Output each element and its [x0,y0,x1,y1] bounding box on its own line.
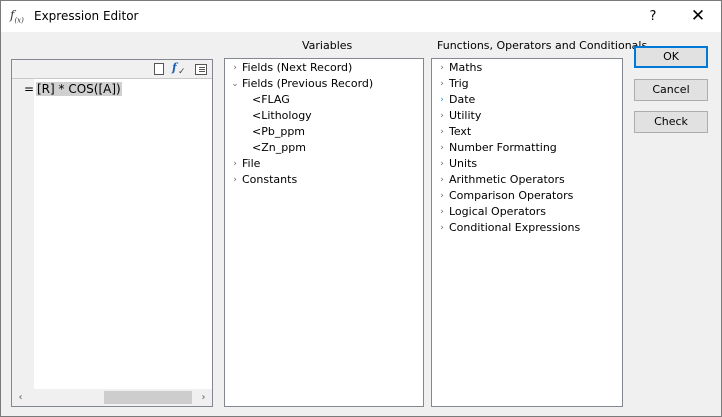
chevron-right-icon[interactable]: › [437,140,447,156]
tree-item-flag[interactable]: <FLAG [252,92,290,108]
function-icon: f(x) [10,8,24,25]
tree-item-label: Number Formatting [449,141,557,154]
equals-sign: = [24,82,35,96]
scroll-left-arrow[interactable]: ‹ [12,389,29,406]
chevron-right-icon[interactable]: › [437,188,447,204]
expression-editor-dialog: f(x) Expression Editor ? ✕ f ✓ = [R] * C… [0,0,722,417]
line-gutter [12,79,34,389]
tree-item-label: Fields (Previous Record) [242,77,374,90]
functions-tree[interactable]: › Maths › Trig › Date › Utility › Text ›… [431,58,623,407]
chevron-right-icon[interactable]: › [437,204,447,220]
tree-item-label: Maths [449,61,483,74]
chevron-down-icon[interactable]: ⌄ [230,76,240,92]
function-icon: f [172,61,177,74]
chevron-right-icon[interactable]: › [230,156,240,172]
help-button[interactable]: ? [631,3,675,30]
chevron-right-icon[interactable]: › [437,60,447,76]
cancel-button[interactable]: Cancel [634,79,708,101]
tree-item-label: Fields (Next Record) [242,61,353,74]
chevron-right-icon[interactable]: › [230,60,240,76]
scroll-right-arrow[interactable]: › [195,389,212,406]
tree-item-label: File [242,157,261,170]
tree-item-label: Constants [242,173,298,186]
expression-list-button[interactable] [195,63,207,75]
tree-item-label: Conditional Expressions [449,221,581,234]
tree-item-label: Text [449,125,472,138]
chevron-right-icon[interactable]: › [437,124,447,140]
tree-item-label: Trig [449,77,469,90]
ok-button[interactable]: OK [634,46,708,68]
chevron-right-icon[interactable]: › [437,92,447,108]
chevron-right-icon[interactable]: › [437,156,447,172]
functions-header: Functions, Operators and Conditionals [437,39,648,52]
check-button[interactable]: Check [634,111,708,133]
tree-item-zn-ppm[interactable]: <Zn_ppm [252,140,306,156]
insert-function-button[interactable]: f ✓ [172,61,186,77]
variables-header: Variables [302,39,353,52]
tree-item-label: Logical Operators [449,205,547,218]
tree-item-label: Arithmetic Operators [449,173,565,186]
tree-item-label: Date [449,93,476,106]
title-bar: f(x) Expression Editor ? ✕ [1,1,721,32]
tree-item-pb-ppm[interactable]: <Pb_ppm [252,124,305,140]
chevron-right-icon[interactable]: › [437,108,447,124]
expression-text[interactable]: [R] * COS([A]) [36,82,122,96]
editor-toolbar: f ✓ [12,60,212,79]
variables-tree[interactable]: › Fields (Next Record) ⌄ Fields (Previou… [224,58,424,407]
tree-item-label: Comparison Operators [449,189,574,202]
horizontal-scrollbar[interactable]: ‹ › [12,389,212,406]
list-icon [195,64,207,75]
scroll-thumb[interactable] [104,391,192,404]
chevron-right-icon[interactable]: › [437,76,447,92]
expression-editor[interactable]: f ✓ = [R] * COS([A]) ‹ › [11,59,213,407]
chevron-right-icon[interactable]: › [437,220,447,236]
tree-item-label: Units [449,157,478,170]
close-button[interactable]: ✕ [676,3,720,30]
chevron-right-icon[interactable]: › [437,172,447,188]
tree-item-label: Utility [449,109,482,122]
window-title: Expression Editor [34,9,139,23]
new-expression-button[interactable] [152,63,164,75]
new-document-icon [154,63,164,75]
tree-item-lithology[interactable]: <Lithology [252,108,312,124]
chevron-right-icon[interactable]: › [230,172,240,188]
check-icon: ✓ [178,67,186,77]
